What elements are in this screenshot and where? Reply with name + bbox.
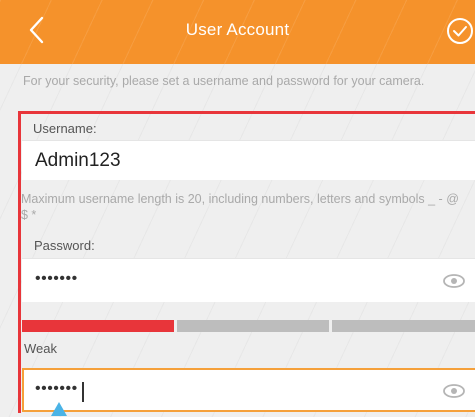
text-cursor: [82, 382, 84, 402]
cursor-handle[interactable]: [51, 402, 67, 416]
password-value: •••••••: [35, 270, 78, 287]
password-field[interactable]: •••••••: [22, 258, 475, 302]
strength-segment-3: [332, 320, 475, 332]
eye-icon[interactable]: [443, 384, 465, 398]
eye-icon[interactable]: [443, 274, 465, 288]
confirm-button[interactable]: [446, 17, 474, 45]
username-value: Admin123: [35, 150, 121, 171]
confirm-password-value: •••••••: [35, 380, 78, 397]
confirm-password-field[interactable]: •••••••: [22, 368, 475, 412]
username-field[interactable]: Admin123: [22, 140, 475, 180]
username-label: Username:: [33, 121, 97, 136]
security-intro-text: For your security, please set a username…: [23, 74, 425, 88]
password-label: Password:: [34, 238, 95, 253]
username-hint: Maximum username length is 20, including…: [21, 192, 459, 222]
strength-label: Weak: [24, 341, 57, 356]
page-title: User Account: [185, 20, 290, 39]
strength-segment-1: [22, 320, 174, 332]
app-header: User Account: [0, 0, 475, 64]
strength-segment-2: [177, 320, 329, 332]
check-circle-icon: [447, 18, 473, 44]
